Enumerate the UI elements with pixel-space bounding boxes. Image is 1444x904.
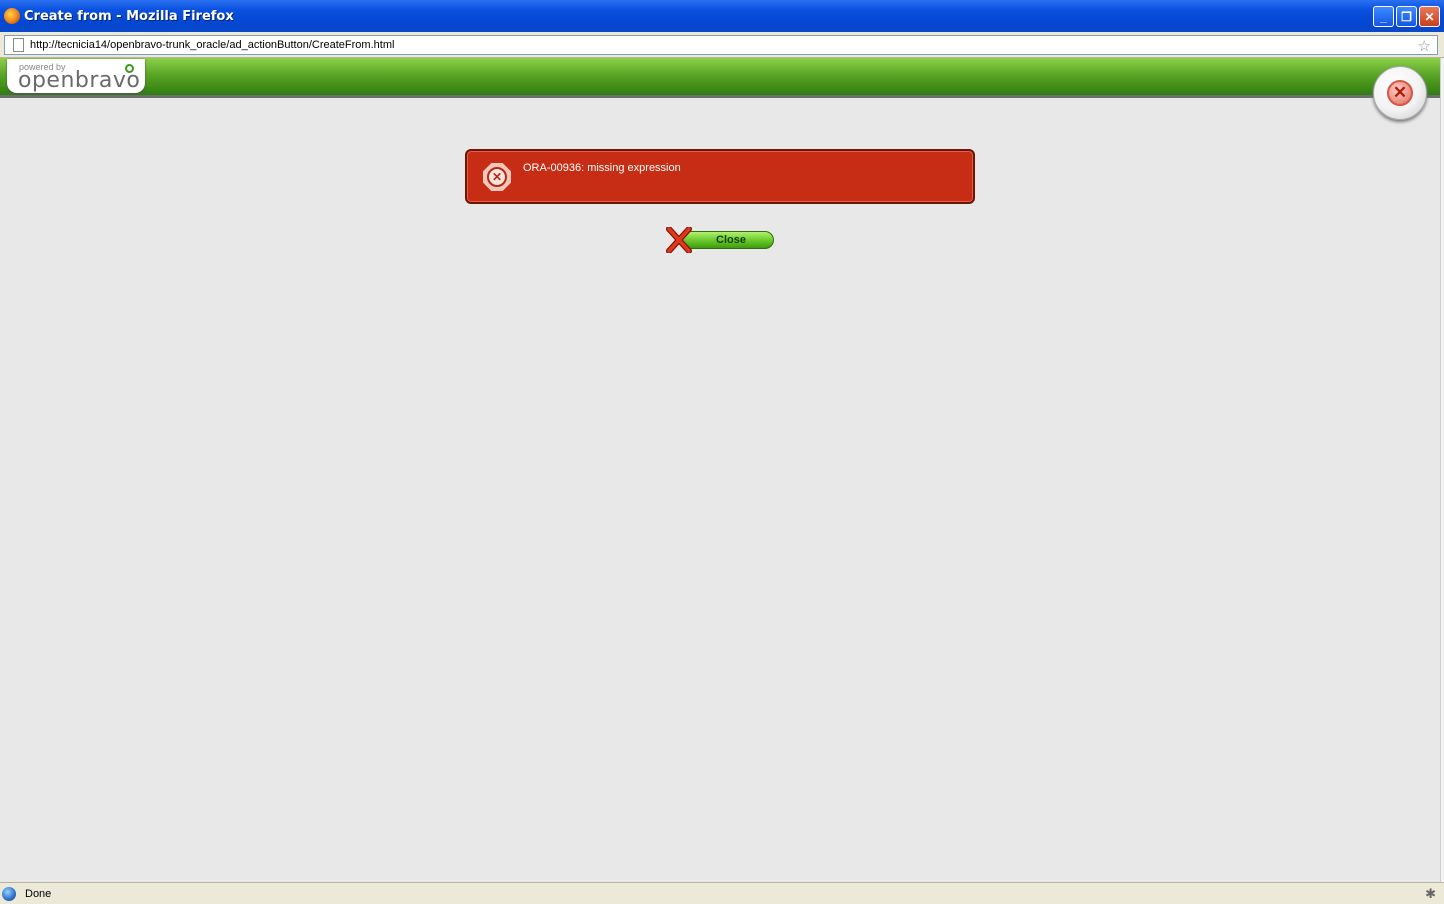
close-x-icon: ✕ [1387,80,1413,106]
openbravo-header: powered by openbravo [0,58,1440,98]
openbravo-logo[interactable]: powered by openbravo [7,59,145,93]
logo-swirl-icon [125,64,134,73]
close-button[interactable]: Close [666,227,776,253]
globe-icon [2,886,16,901]
status-text: Done [25,887,52,900]
star-icon[interactable]: ☆ [1418,37,1431,55]
url-field[interactable]: http://tecnicia14/openbravo-trunk_oracle… [4,35,1438,55]
window-close-button[interactable]: ✕ [1419,6,1440,27]
error-message-text: ORA-00936: missing expression [523,162,681,174]
scroll-edge [1440,58,1444,882]
status-bar: Done ✱ [0,882,1444,904]
restore-button[interactable]: ❐ [1396,6,1417,27]
window-controls: _ ❐ ✕ [1373,6,1440,27]
resize-grip-icon[interactable]: ✱ [1425,886,1436,902]
error-message-box: ✕ ORA-00936: missing expression [465,149,975,204]
close-x-icon [666,227,692,253]
minimize-button[interactable]: _ [1373,6,1394,27]
address-bar: http://tecnicia14/openbravo-trunk_oracle… [0,32,1444,58]
page-icon [13,38,24,52]
close-window-button[interactable]: ✕ [1373,66,1427,120]
close-button-body[interactable]: Close [680,231,774,249]
logo-brand: openbravo [18,68,141,93]
window-title-bar: Create from - Mozilla Firefox _ ❐ ✕ [0,0,1444,32]
close-button-label: Close [716,234,746,246]
firefox-icon [4,8,20,24]
url-text[interactable]: http://tecnicia14/openbravo-trunk_oracle… [30,39,394,51]
error-stop-icon: ✕ [483,163,511,191]
window-title: Create from - Mozilla Firefox [24,8,234,24]
